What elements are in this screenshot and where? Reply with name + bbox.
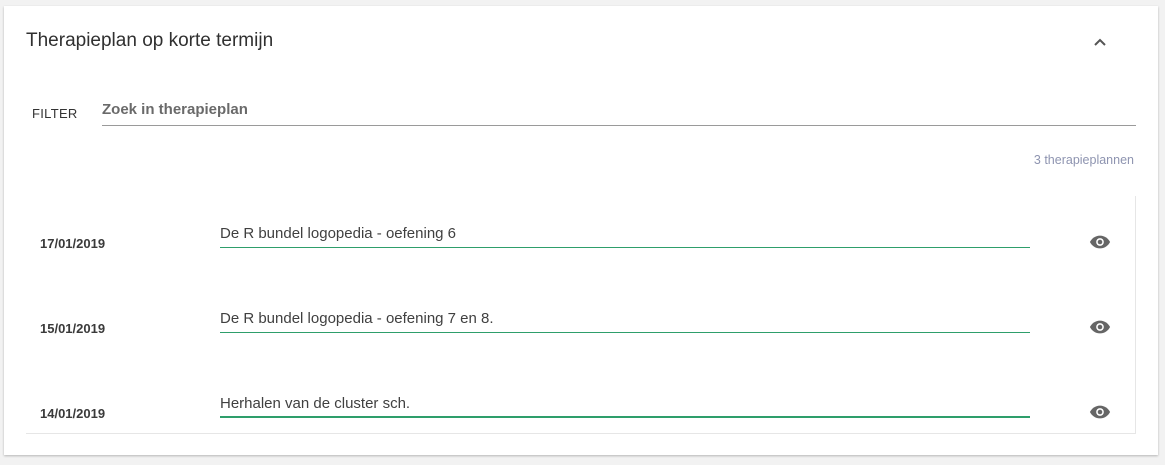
- view-button[interactable]: [1087, 314, 1113, 340]
- plan-text-field[interactable]: De R bundel logopedia - oefening 7 en 8.: [220, 308, 1030, 333]
- collapse-button[interactable]: [1086, 28, 1114, 56]
- view-button[interactable]: [1087, 229, 1113, 255]
- plan-text-field[interactable]: Herhalen van de cluster sch.: [220, 393, 1030, 418]
- plan-date: 14/01/2019: [40, 406, 106, 421]
- filter-label: FILTER: [32, 106, 78, 121]
- plan-list: 17/01/2019 De R bundel logopedia - oefen…: [26, 196, 1136, 434]
- plan-date: 15/01/2019: [40, 321, 106, 336]
- view-button[interactable]: [1087, 399, 1113, 425]
- chevron-up-icon: [1094, 38, 1106, 46]
- plan-count: 3 therapieplannen: [1033, 153, 1134, 167]
- eye-icon: [1089, 235, 1111, 249]
- plan-date: 17/01/2019: [40, 236, 106, 251]
- plan-row: 14/01/2019 Herhalen van de cluster sch.: [26, 366, 1136, 426]
- therapy-plan-panel: Therapieplan op korte termijn FILTER 3 t…: [4, 6, 1158, 455]
- eye-icon: [1089, 405, 1111, 419]
- panel-title: Therapieplan op korte termijn: [26, 30, 274, 51]
- plan-text-field[interactable]: De R bundel logopedia - oefening 6: [220, 223, 1030, 248]
- eye-icon: [1089, 320, 1111, 334]
- filter-search-input[interactable]: [102, 98, 1136, 126]
- plan-row: 17/01/2019 De R bundel logopedia - oefen…: [26, 196, 1136, 256]
- plan-row: 15/01/2019 De R bundel logopedia - oefen…: [26, 281, 1136, 341]
